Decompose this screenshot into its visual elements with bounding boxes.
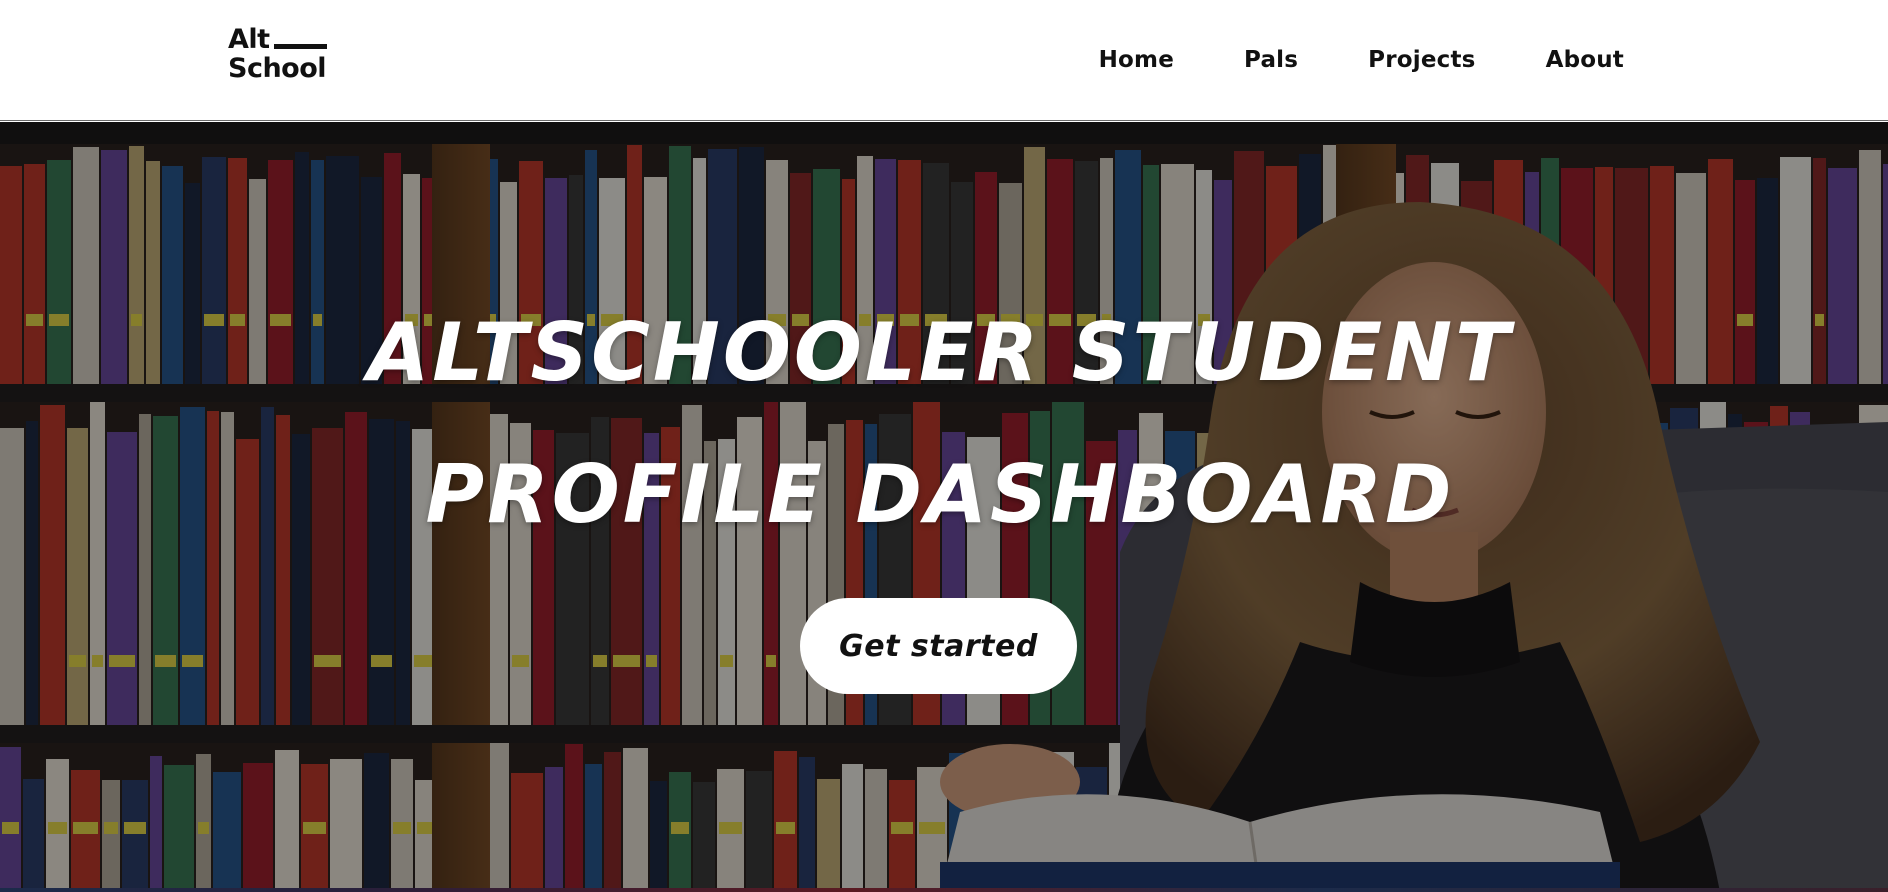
get-started-button[interactable]: Get started bbox=[800, 598, 1077, 694]
altschool-logo[interactable]: Alt School bbox=[228, 25, 332, 83]
logo-text-alt: Alt bbox=[228, 24, 270, 55]
nav-about-link[interactable]: About bbox=[1546, 47, 1624, 73]
hero-section: ALTSCHOOLER STUDENT PROFILE DASHBOARD Ge… bbox=[0, 122, 1888, 892]
nav-home-link[interactable]: Home bbox=[1099, 47, 1174, 73]
logo-dash bbox=[274, 44, 327, 49]
main-nav: Home Pals Projects About bbox=[1099, 40, 1624, 80]
site-header: Alt School Home Pals Projects About bbox=[0, 0, 1888, 121]
logo-text-school: School bbox=[228, 53, 327, 84]
hero-title: ALTSCHOOLER STUDENT PROFILE DASHBOARD bbox=[367, 306, 1513, 541]
nav-projects-link[interactable]: Projects bbox=[1368, 47, 1475, 73]
nav-pals-link[interactable]: Pals bbox=[1244, 47, 1298, 73]
hero-bottom-edge bbox=[0, 888, 1888, 892]
